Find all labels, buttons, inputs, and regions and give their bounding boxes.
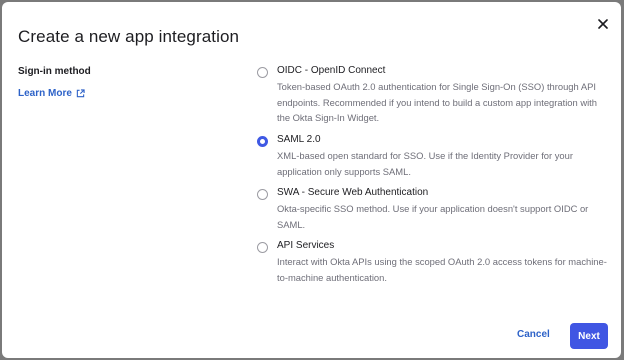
option-label: SAML 2.0 [277,134,321,145]
option-description: Okta-specific SSO method. Use if your ap… [277,203,589,230]
external-link-icon [76,89,85,98]
next-button[interactable]: Next [570,323,608,349]
dialog-title: Create a new app integration [18,27,240,46]
sign-in-method-label: Sign-in method [18,66,91,77]
option-description: Token-based OAuth 2.0 authentication for… [277,81,597,123]
radio-saml[interactable] [257,136,268,147]
option-api-services[interactable]: API Services Interact with Okta APIs usi… [257,239,612,285]
option-label: API Services [277,240,335,251]
option-label: SWA - Secure Web Authentication [277,187,429,198]
option-oidc[interactable]: OIDC - OpenID Connect Token-based OAuth … [257,64,612,126]
option-saml[interactable]: SAML 2.0 XML-based open standard for SSO… [257,133,612,179]
option-swa[interactable]: SWA - Secure Web Authentication Okta-spe… [257,186,612,232]
learn-more-label: Learn More [18,88,72,99]
option-description: XML-based open standard for SSO. Use if … [277,150,573,177]
close-icon [598,19,608,29]
radio-oidc[interactable] [257,67,268,78]
cancel-button[interactable]: Cancel [517,329,550,340]
radio-api-services[interactable] [257,242,268,253]
option-description: Interact with Okta APIs using the scoped… [277,256,607,283]
option-label: OIDC - OpenID Connect [277,65,386,76]
radio-swa[interactable] [257,189,268,200]
close-button[interactable] [594,15,612,33]
create-app-integration-dialog: Create a new app integration Sign-in met… [2,2,621,358]
learn-more-link[interactable]: Learn More [18,88,85,99]
